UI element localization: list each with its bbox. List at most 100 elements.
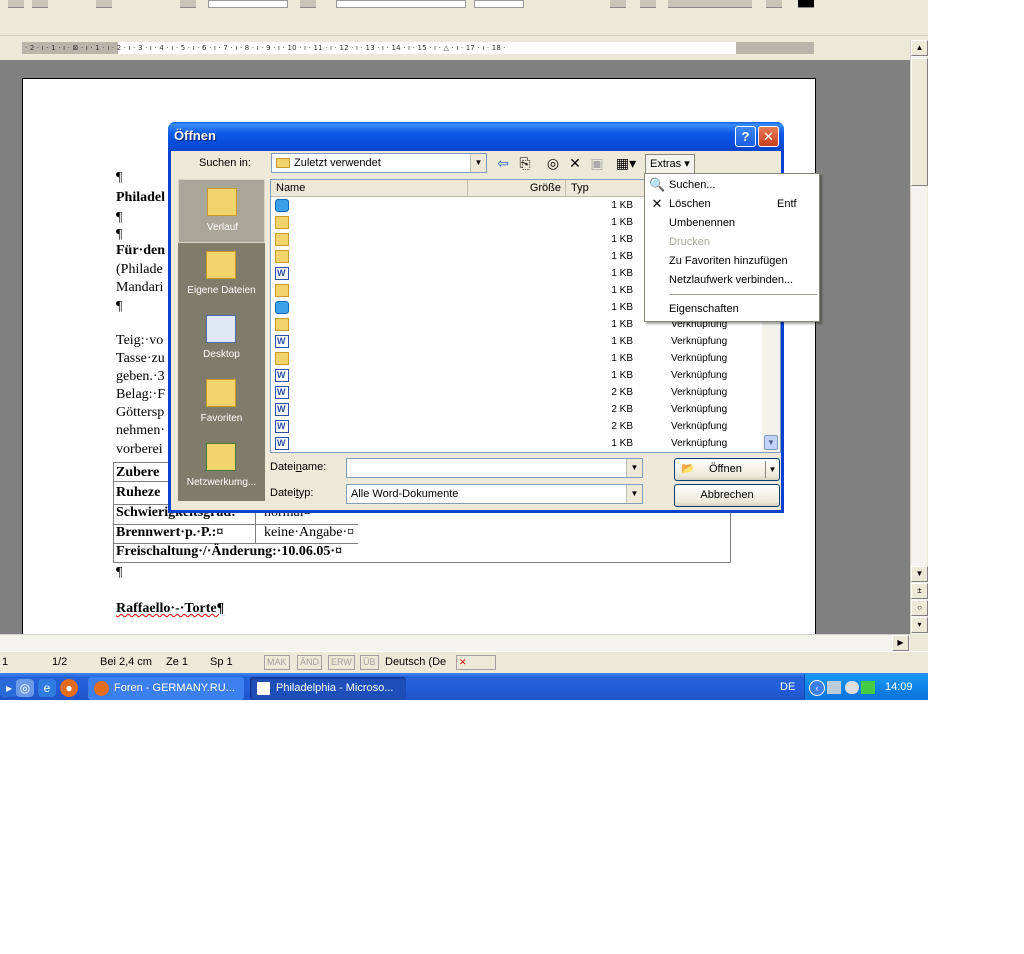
network-icon[interactable] bbox=[827, 681, 841, 694]
place-desktop[interactable]: Desktop bbox=[178, 307, 265, 371]
document-line: ¶ bbox=[116, 299, 123, 314]
ie-icon[interactable]: e bbox=[38, 679, 56, 697]
menu-item[interactable]: Netzlaufwerk verbinden... bbox=[645, 271, 819, 290]
look-in-combo[interactable]: Zuletzt verwendet ▼ bbox=[271, 153, 487, 173]
chevron-down-icon[interactable]: ▼ bbox=[626, 485, 642, 503]
vertical-scrollbar[interactable]: ▲ ▼ ± ○ ▾ bbox=[910, 40, 928, 634]
list-item[interactable]: 1 KBVerknüpfung17.10.2009 02:55 bbox=[271, 333, 780, 350]
language-indicator[interactable]: DE bbox=[780, 681, 795, 693]
filetype-select[interactable]: Alle Word-Dokumente ▼ bbox=[346, 484, 643, 504]
next-page-button[interactable]: ▾ bbox=[911, 617, 928, 633]
style-combo[interactable] bbox=[208, 0, 288, 8]
recipe-title: Raffaello·-·Torte¶ bbox=[116, 601, 224, 617]
chevron-down-icon[interactable]: ▼ bbox=[764, 435, 778, 450]
scroll-down-button[interactable]: ▼ bbox=[911, 566, 928, 582]
paste-icon[interactable] bbox=[96, 0, 112, 8]
tray-app-icon[interactable] bbox=[861, 681, 875, 694]
firefox-icon[interactable]: ● bbox=[60, 679, 78, 697]
font-color-icon[interactable] bbox=[798, 0, 814, 8]
hyperlink-icon[interactable] bbox=[180, 0, 196, 8]
table-cell: Brennwert·p.·P.:¤ bbox=[116, 525, 224, 540]
word-doc-icon bbox=[275, 367, 289, 384]
look-in-label: Suchen in: bbox=[199, 157, 251, 169]
status-ub[interactable]: ÜB bbox=[360, 655, 379, 670]
clock[interactable]: 14:09 bbox=[885, 681, 913, 693]
menu-item[interactable]: Eigenschaften bbox=[645, 300, 819, 319]
scroll-up-button[interactable]: ▲ bbox=[911, 40, 928, 56]
horizontal-ruler[interactable]: · 2 · ı · 1 · ı · ⊠ · ı · 1 · ı · 2 · ı … bbox=[22, 42, 814, 54]
status-erw[interactable]: ERW bbox=[328, 655, 355, 670]
size-combo[interactable] bbox=[474, 0, 524, 8]
font-combo[interactable] bbox=[336, 0, 466, 8]
volume-icon[interactable] bbox=[845, 681, 859, 694]
document-line: vorberei bbox=[116, 442, 163, 457]
scroll-right-button[interactable]: ▶ bbox=[892, 635, 909, 651]
place-network[interactable]: Netzwerkumg... bbox=[178, 435, 265, 499]
menu-item[interactable]: Umbenennen bbox=[645, 214, 819, 233]
dialog-titlebar[interactable]: Öffnen ? ✕ bbox=[168, 122, 784, 151]
status-and[interactable]: ÄND bbox=[297, 655, 323, 670]
list-item[interactable]: 1 KBVerknüpfung17.10.2009 14:07 bbox=[271, 435, 780, 452]
quicklaunch-icon[interactable]: ◎ bbox=[16, 679, 34, 697]
file-size: 2 KB bbox=[611, 387, 633, 398]
delete-icon[interactable]: ✕ bbox=[565, 153, 585, 173]
new-folder-icon[interactable]: ▣ bbox=[587, 153, 607, 173]
list-item[interactable]: 1 KBVerknüpfung15.10.2009 01:10 bbox=[271, 367, 780, 384]
ruler-ticks: · 2 · ı · 1 · ı · ⊠ · ı · 1 · ı · 2 · ı … bbox=[25, 44, 506, 52]
scroll-thumb[interactable] bbox=[911, 58, 928, 186]
document-line: Teig:·vo bbox=[116, 333, 164, 348]
prev-page-button[interactable]: ± bbox=[911, 583, 928, 599]
close-button[interactable]: ✕ bbox=[758, 126, 779, 147]
zoom-icon[interactable] bbox=[300, 0, 316, 8]
list-icons[interactable] bbox=[668, 0, 752, 8]
preview-icon[interactable] bbox=[32, 0, 48, 8]
horizontal-scrollbar[interactable]: ▶ bbox=[0, 634, 910, 651]
list-item[interactable]: 2 KBVerknüpfung15.10.2009 16:06 bbox=[271, 418, 780, 435]
list-item[interactable]: 1 KBVerknüpfung14.10.2009 23:11 bbox=[271, 350, 780, 367]
file-type: Verknüpfung bbox=[671, 438, 728, 449]
chevron-down-icon[interactable]: ▼ bbox=[626, 459, 642, 477]
open-button[interactable]: 📂 Öffnen ▼ bbox=[674, 458, 780, 481]
print-icon[interactable] bbox=[8, 0, 24, 8]
search-web-icon[interactable]: ◎ bbox=[543, 153, 563, 173]
tray-expand-icon[interactable]: ‹ bbox=[809, 680, 825, 696]
file-type: Verknüpfung bbox=[671, 353, 728, 364]
list-item[interactable]: 2 KBVerknüpfung15.10.2009 16:06 bbox=[271, 401, 780, 418]
document-line: (Philade bbox=[116, 262, 163, 277]
browse-object-button[interactable]: ○ bbox=[911, 600, 928, 616]
views-icon[interactable]: ▦▾ bbox=[611, 153, 641, 173]
task-word[interactable]: Philadelphia - Microso... bbox=[250, 677, 406, 700]
table-cell: Ruheze bbox=[116, 485, 161, 500]
column-header-size[interactable]: Größe bbox=[468, 180, 566, 197]
status-mak[interactable]: MAK bbox=[264, 655, 290, 670]
task-firefox[interactable]: Foren - GERMANY.RU... bbox=[88, 677, 244, 700]
back-icon[interactable]: ⇦ bbox=[493, 153, 513, 173]
word-doc-icon bbox=[275, 384, 289, 401]
place-favorites[interactable]: Favoriten bbox=[178, 371, 265, 435]
border-icon[interactable] bbox=[766, 0, 782, 8]
filename-input[interactable]: ▼ bbox=[346, 458, 643, 478]
column-header-name[interactable]: Name bbox=[271, 180, 468, 197]
align-center-icon[interactable] bbox=[640, 0, 656, 8]
folder-shortcut-icon bbox=[275, 352, 289, 365]
menu-item[interactable]: 🔍 Suchen... bbox=[645, 176, 819, 195]
spellcheck-icon[interactable]: ✕ bbox=[456, 655, 496, 670]
status-section: 1 bbox=[2, 656, 9, 668]
cancel-button[interactable]: Abbrechen bbox=[674, 484, 780, 507]
place-history[interactable]: Verlauf bbox=[178, 179, 265, 243]
help-button[interactable]: ? bbox=[735, 126, 756, 147]
menu-item[interactable]: Zu Favoriten hinzufügen bbox=[645, 252, 819, 271]
place-my-documents[interactable]: Eigene Dateien bbox=[178, 243, 265, 307]
up-folder-icon[interactable]: ⎘ bbox=[515, 153, 535, 173]
align-left-icon[interactable] bbox=[610, 0, 626, 8]
chevron-down-icon[interactable]: ▼ bbox=[470, 154, 486, 172]
table-cell: keine·Angabe·¤ bbox=[264, 525, 355, 540]
list-item[interactable]: 2 KBVerknüpfung15.10.2009 00:41 bbox=[271, 384, 780, 401]
chevron-down-icon[interactable]: ▼ bbox=[765, 461, 779, 478]
extras-menu-button[interactable]: Extras ▾ bbox=[645, 154, 695, 174]
menu-item[interactable]: ✕ Löschen Entf bbox=[645, 195, 819, 214]
table-cell: Freischaltung·/·Änderung:·10.06.05·¤ bbox=[116, 544, 343, 559]
status-language[interactable]: Deutsch (De bbox=[385, 656, 446, 668]
menu-item-label: Eigenschaften bbox=[669, 303, 739, 315]
places-bar: Verlauf Eigene Dateien Desktop Favoriten… bbox=[178, 179, 265, 501]
